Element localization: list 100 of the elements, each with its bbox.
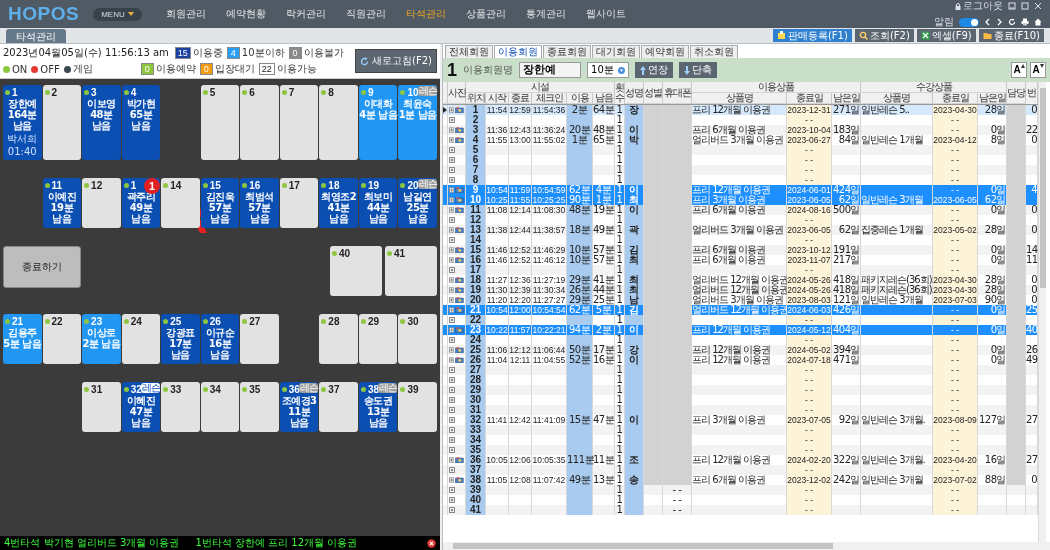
bay-card[interactable]: 7: [279, 85, 319, 160]
table-row[interactable]: 37 1 - - - -: [443, 465, 1038, 475]
toolbar-button[interactable]: 엑셀(F9): [916, 29, 976, 42]
column-header[interactable]: 담당: [1007, 82, 1026, 104]
table-row[interactable]: 29 1 - - - -: [443, 385, 1038, 395]
column-header[interactable]: 이용: [567, 93, 593, 104]
bay-card[interactable]: 22: [42, 314, 82, 364]
table-row[interactable]: 35 1 - - - -: [443, 445, 1038, 455]
font-size-button[interactable]: A: [1011, 62, 1027, 78]
table-row[interactable]: 15 11:46 12:52 11:46:29 10분 57분 1 김 프리 6개월 이용권 2023-10-12 191일 - - 0일 14: [443, 245, 1038, 255]
bay-card[interactable]: 40: [330, 246, 382, 296]
bay-card[interactable]: 25 강광표 17분 남음: [161, 314, 200, 364]
bay-card[interactable]: 32레슨 이혜진 47분 남음: [121, 382, 161, 432]
toolbar-button[interactable]: 판매등록(F1): [772, 29, 852, 42]
column-header[interactable]: 성별: [644, 82, 663, 104]
bay-card[interactable]: 39: [398, 382, 437, 432]
bay-card[interactable]: 31: [82, 382, 121, 432]
column-header[interactable]: 휴대폰: [663, 82, 692, 104]
bay-card[interactable]: 19 최보미 44분 남음: [358, 178, 398, 228]
column-header[interactable]: 남은일: [978, 93, 1007, 104]
refresh-button[interactable]: 새로고침(F2): [355, 49, 437, 73]
nav-item[interactable]: 통계관리: [515, 7, 576, 21]
bay-card[interactable]: 17: [279, 178, 319, 228]
bay-card[interactable]: 34: [200, 382, 240, 432]
nav-item[interactable]: 상품관리: [455, 7, 516, 21]
table-row[interactable]: 27 1 - - - -: [443, 365, 1038, 375]
bay-card[interactable]: 2: [42, 85, 82, 160]
bay-card[interactable]: 15 김진욱 57분 남음: [200, 178, 240, 228]
bay-card[interactable]: 35: [240, 382, 279, 432]
table-cell: 5: [466, 145, 486, 155]
member-tab[interactable]: 예약회원: [641, 45, 689, 58]
table-cell: - -: [933, 335, 978, 345]
font-size-button[interactable]: A: [1030, 62, 1046, 78]
nav-item[interactable]: 타석관리: [395, 7, 456, 21]
bay-card[interactable]: 41: [385, 246, 437, 296]
table-row[interactable]: 39 1 - - - - - -: [443, 485, 1038, 495]
shorten-button[interactable]: 단축: [678, 62, 717, 78]
page-tab[interactable]: 타석관리: [6, 29, 66, 43]
bay-card[interactable]: 33: [161, 382, 200, 432]
bay-card[interactable]: 3 이보영 48분 남음: [82, 85, 121, 160]
bay-card[interactable]: 4 박가현 65분 남음: [121, 85, 161, 160]
member-tab[interactable]: 취소회원: [690, 45, 738, 58]
column-header[interactable]: 종료: [509, 93, 532, 104]
bay-card[interactable]: 16 최범석 57분 남음: [240, 178, 279, 228]
bay-card[interactable]: 1 1 곽주리 49분 남음: [121, 178, 161, 228]
bay-card[interactable]: 38레슨 송도권 13분 남음: [358, 382, 398, 432]
table-cell: - -: [787, 215, 832, 225]
minutes-dropdown[interactable]: 10분: [587, 62, 629, 78]
bay-card[interactable]: 30: [398, 314, 437, 364]
toolbar-button[interactable]: 조회(F2): [854, 29, 914, 42]
column-header[interactable]: 남음: [593, 93, 615, 104]
table-row[interactable]: 25 11:06 12:12 11:06:44 50분 17분 1 강 프리 12개월 이용권 2024-05-02 394일 - - 0일 26: [443, 345, 1038, 355]
bay-card[interactable]: 6: [240, 85, 279, 160]
column-header[interactable]: 사진: [448, 82, 466, 104]
column-header[interactable]: 남은일: [832, 93, 861, 104]
column-header[interactable]: 위치: [466, 93, 486, 104]
extend-button[interactable]: 연장: [634, 62, 673, 78]
bay-card[interactable]: 24: [121, 314, 161, 364]
bay-card[interactable]: 18 최영조2 41분 남음: [319, 178, 358, 228]
bay-card[interactable]: 20레슨 남길연 25분 남음: [398, 178, 437, 228]
table-row[interactable]: 41 1 - - - - - -: [443, 505, 1038, 515]
bay-card[interactable]: 36레슨 조예경3 11분 남음: [279, 382, 319, 432]
table-row[interactable]: 5 1 - - - -: [443, 145, 1038, 155]
bay-card[interactable]: 12: [82, 178, 121, 228]
member-tab[interactable]: 대기회원: [592, 45, 640, 58]
nav-item[interactable]: 웹사이트: [575, 7, 636, 21]
member-name-field[interactable]: 장한예: [519, 62, 581, 78]
bay-card[interactable]: 29: [358, 314, 398, 364]
column-header[interactable]: 상품명: [692, 93, 787, 104]
end-button[interactable]: 종료하기: [3, 246, 81, 288]
column-header[interactable]: 성명: [625, 82, 644, 104]
member-tab[interactable]: 종료회원: [543, 45, 591, 58]
column-header[interactable]: 체크인: [532, 93, 567, 104]
table-row[interactable]: 33 1 - - - -: [443, 425, 1038, 435]
column-header[interactable]: 상품명: [861, 93, 933, 104]
bay-card[interactable]: 27: [240, 314, 279, 364]
column-header[interactable]: 종료일: [933, 93, 978, 104]
table-row[interactable]: 7 1 - - - -: [443, 165, 1038, 175]
nav-item[interactable]: 락커관리: [275, 7, 336, 21]
logout-link[interactable]: 로그아웃: [955, 0, 1003, 13]
menu-button[interactable]: MENU: [93, 7, 142, 21]
column-header[interactable]: 시작: [486, 93, 509, 104]
bay-card[interactable]: 11 이예진 19분 남음: [42, 178, 82, 228]
table-row[interactable]: 17 1 - - - -: [443, 265, 1038, 275]
nav-item[interactable]: 직원관리: [335, 7, 396, 21]
nav-item[interactable]: 예약현황: [215, 7, 276, 21]
member-tab[interactable]: 이용회원: [494, 45, 542, 58]
bay-card[interactable]: 1 장한예 164분 남음 박서희 01:40: [3, 85, 42, 160]
table-row[interactable]: 31 1 - - - -: [443, 405, 1038, 415]
bay-card[interactable]: 8: [319, 85, 358, 160]
bay-card[interactable]: 37: [319, 382, 358, 432]
member-tab[interactable]: 전체회원: [445, 45, 493, 58]
bay-card[interactable]: 28: [319, 314, 358, 364]
toolbar-button[interactable]: 종료(F10): [978, 29, 1044, 42]
bay-card[interactable]: 5: [200, 85, 240, 160]
bay-card[interactable]: 14: [161, 178, 200, 228]
table-row[interactable]: 3 11:36 12:43 11:36:24 20분 48분 1 이 프리 6개월 이용권 2023-10-04 183일 - - 0일 22: [443, 125, 1038, 135]
nav-item[interactable]: 회원관리: [155, 7, 216, 21]
bay-card[interactable]: 26 이규순 16분 남음: [200, 314, 240, 364]
column-header[interactable]: 종료일: [787, 93, 832, 104]
